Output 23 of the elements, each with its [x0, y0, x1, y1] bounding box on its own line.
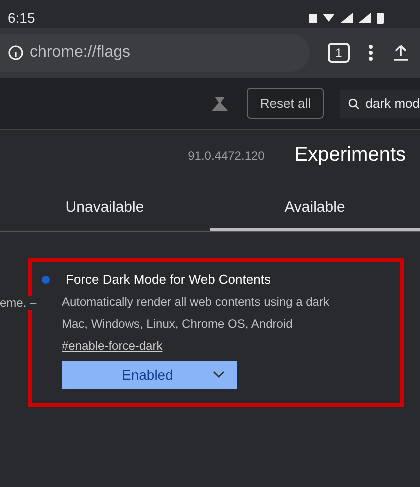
- tab-switcher-button[interactable]: 1: [328, 43, 350, 63]
- flag-platforms: Mac, Windows, Linux, Chrome OS, Android: [62, 317, 294, 331]
- menu-icon[interactable]: [368, 44, 374, 62]
- flag-dropdown[interactable]: Enabled: [62, 361, 238, 389]
- version-text: 91.0.4472.120: [188, 148, 265, 162]
- reset-all-button[interactable]: Reset all: [247, 88, 324, 119]
- share-icon[interactable]: [392, 44, 410, 62]
- caret-icon: [213, 371, 226, 379]
- flag-link[interactable]: #enable-force-dark: [62, 339, 163, 353]
- tab[interactable]: Available: [210, 187, 420, 231]
- status-time: 6:15: [8, 10, 36, 26]
- info-icon: [8, 45, 24, 61]
- text-fragment: eme. –: [0, 296, 37, 310]
- search-field[interactable]: dark mod: [340, 90, 420, 118]
- wifi-icon: [323, 14, 335, 22]
- page-title: Experiments: [294, 144, 406, 167]
- signal-icon: [359, 13, 371, 23]
- flag-title: Force Dark Mode for Web Contents: [66, 272, 271, 287]
- signal-icon: [341, 13, 353, 23]
- tab[interactable]: Unavailable: [0, 187, 210, 231]
- battery-icon: [377, 12, 384, 24]
- flag-description: Automatically render all web contents using a dark: [62, 295, 330, 309]
- address-bar[interactable]: chrome://flags: [0, 34, 310, 72]
